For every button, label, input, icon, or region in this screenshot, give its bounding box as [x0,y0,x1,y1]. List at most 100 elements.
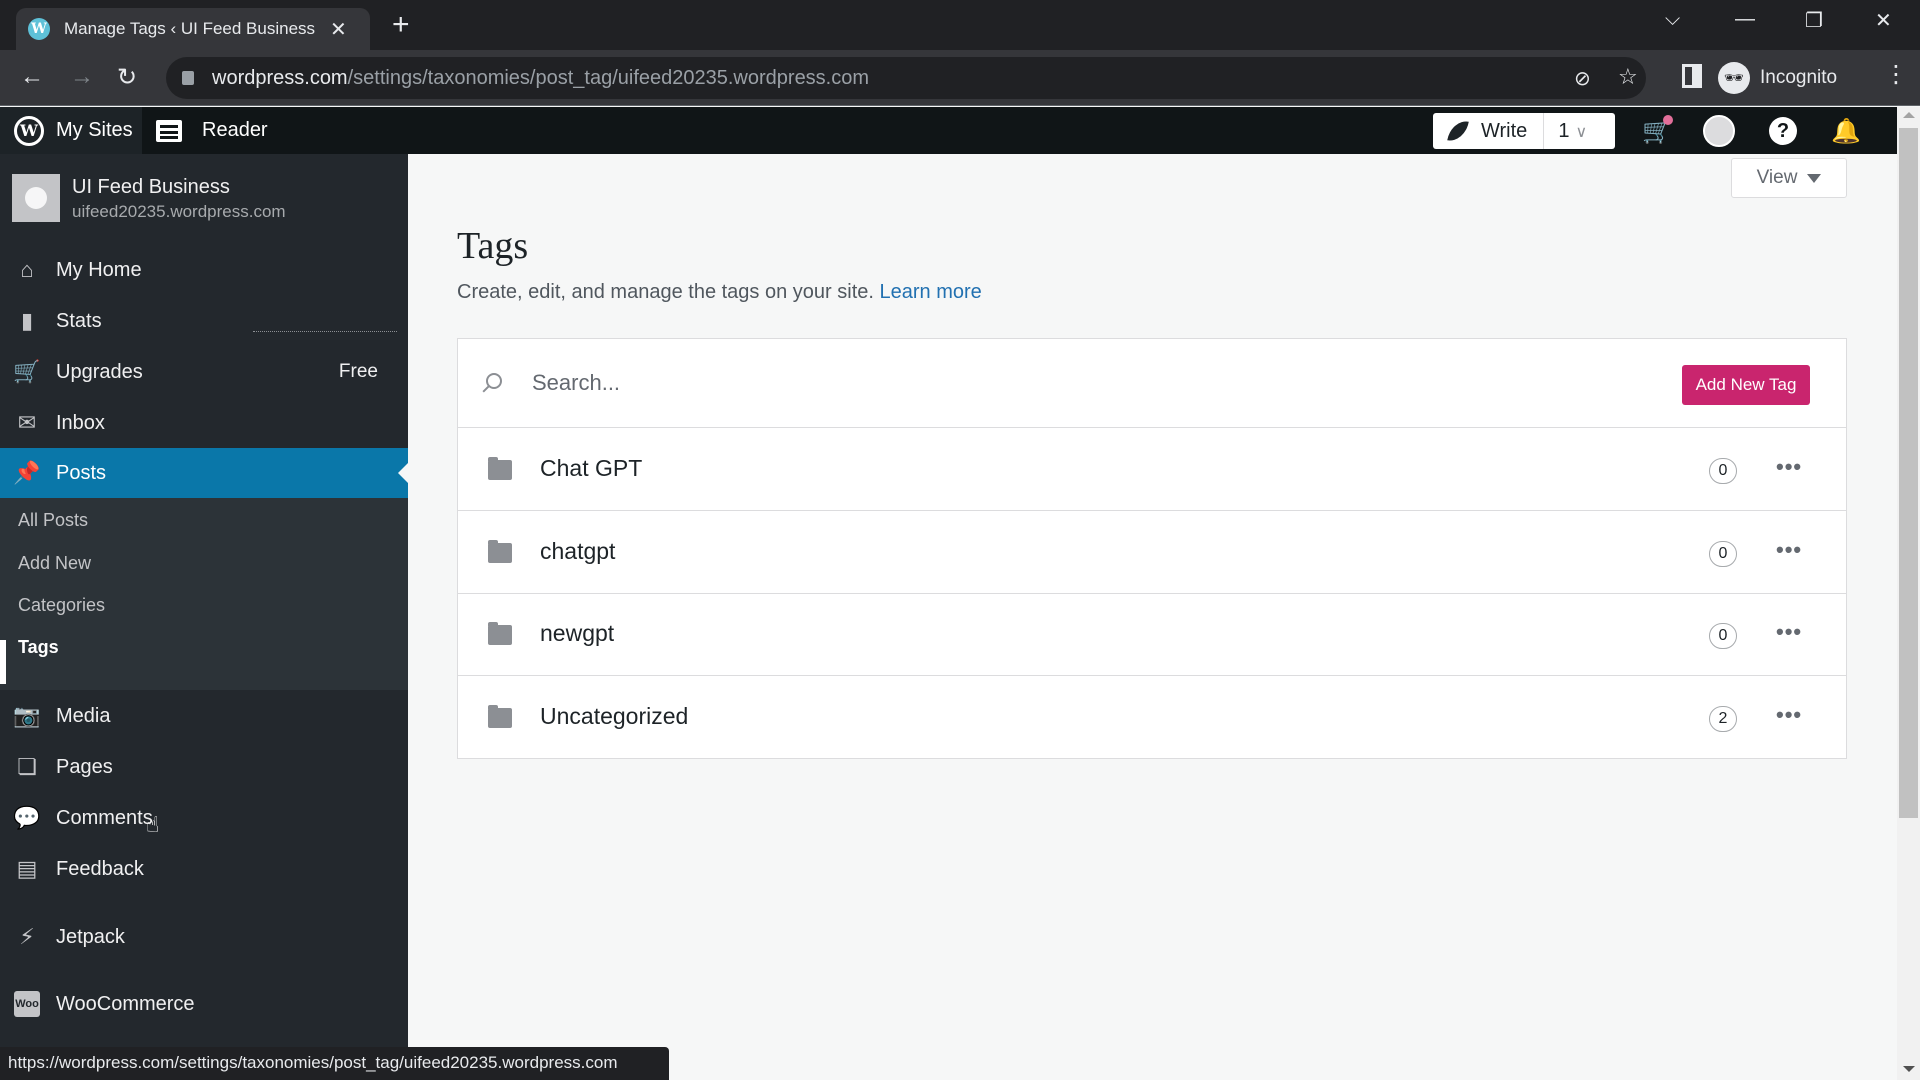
learn-more-link[interactable]: Learn more [880,281,982,303]
url-host: wordpress.com [212,66,348,89]
reader-label: Reader [202,119,268,141]
page-subtitle: Create, edit, and manage the tags on you… [457,281,982,304]
tags-card: Add New Tag Chat GPT 0 ••• chatgpt 0 •••… [457,338,1847,759]
sidebar-item-label: Jetpack [56,925,125,948]
tag-name[interactable]: Chat GPT [540,455,642,482]
sidebar-item-media[interactable]: 📷 Media [0,691,408,741]
post-count-badge: 2 [1709,706,1737,732]
submenu-tags[interactable]: Tags [18,637,59,658]
tab-close-icon[interactable]: ✕ [330,17,347,42]
sidebar-item-upgrades[interactable]: 🛒 Upgrades Free [0,347,408,397]
sidebar-item-comments[interactable]: 💬 Comments [0,793,408,843]
tag-name[interactable]: newgpt [540,620,614,647]
close-window-button[interactable]: ✕ [1875,8,1892,33]
cart-button[interactable]: 🛒 [1641,115,1673,147]
comment-icon: 💬 [13,805,41,830]
view-dropdown[interactable]: View [1731,158,1847,198]
reload-button[interactable]: ↻ [117,63,137,92]
home-icon: ⌂ [20,257,34,282]
browser-menu-icon[interactable]: ⋮ [1884,60,1908,89]
search-row: Add New Tag [458,339,1846,428]
sidebar-item-label: Posts [56,461,107,484]
incognito-icon: 🕶 [1718,62,1750,94]
my-sites-button[interactable]: W My Sites [0,107,142,154]
sidebar-item-woocommerce[interactable]: Woo WooCommerce [0,979,408,1029]
tab-title: Manage Tags ‹ UI Feed Business [64,19,316,38]
tab-search-chevron-icon[interactable]: ⌵ [1665,8,1680,31]
subtitle-text: Create, edit, and manage the tags on you… [457,281,874,303]
more-options-icon[interactable]: ••• [1776,537,1802,563]
site-url: uifeed20235.wordpress.com [72,202,286,221]
posts-submenu: All Posts Add New Categories Tags [0,498,408,690]
more-options-icon[interactable]: ••• [1776,702,1802,728]
scroll-down-arrow[interactable] [1903,1066,1915,1072]
write-button[interactable]: Write [1433,113,1545,149]
tag-name[interactable]: Uncategorized [540,703,688,730]
tag-name[interactable]: chatgpt [540,538,615,565]
sidebar-item-feedback[interactable]: ▤ Feedback [0,844,408,894]
post-count-badge: 0 [1709,541,1737,567]
new-tab-button[interactable]: + [392,10,410,40]
post-count-badge: 0 [1709,623,1737,649]
sidebar-item-my-home[interactable]: ⌂ My Home [0,245,408,295]
draft-count: 1 [1558,119,1570,142]
drafts-dropdown[interactable]: 1 ∨ [1544,120,1587,143]
site-header[interactable]: UI Feed Business uifeed20235.wordpress.c… [12,174,286,224]
more-options-icon[interactable]: ••• [1776,454,1802,480]
tag-row[interactable]: Chat GPT 0 ••• [458,428,1846,511]
jetpack-icon: ⚡ [19,924,35,949]
sidebar-item-inbox[interactable]: ✉ Inbox [0,398,408,448]
minimize-button[interactable]: — [1735,8,1755,31]
sidebar-item-label: Comments [56,806,153,829]
incognito-profile-button[interactable]: 🕶 Incognito [1718,56,1890,100]
woo-icon: Woo [14,991,40,1017]
sidebar-item-stats[interactable]: ▮ Stats [0,296,408,346]
sidebar: UI Feed Business uifeed20235.wordpress.c… [0,154,408,1080]
add-new-tag-button[interactable]: Add New Tag [1682,365,1810,405]
folder-icon [488,705,512,728]
view-label: View [1756,167,1798,188]
side-panel-icon[interactable] [1682,64,1702,88]
bookmark-star-icon[interactable]: ☆ [1618,64,1638,90]
restore-button[interactable]: ❐ [1805,8,1823,33]
search-input[interactable] [532,363,1532,403]
wordpress-favicon-icon: W [28,18,50,40]
notifications-bell-icon[interactable]: 🔔 [1830,115,1862,147]
browser-tab-strip: W Manage Tags ‹ UI Feed Business ✕ + ⌵ —… [0,0,1920,50]
submenu-add-new[interactable]: Add New [18,553,91,574]
submenu-all-posts[interactable]: All Posts [18,510,88,531]
tag-row[interactable]: newgpt 0 ••• [458,593,1846,676]
sidebar-item-label: WooCommerce [56,992,195,1015]
search-icon[interactable] [486,373,502,389]
tag-row[interactable]: Uncategorized 2 ••• [458,676,1846,759]
write-label: Write [1481,119,1528,142]
scrollbar-thumb[interactable] [1899,128,1918,818]
more-options-icon[interactable]: ••• [1776,619,1802,645]
profile-avatar[interactable] [1703,115,1735,147]
sidebar-item-pages[interactable]: ❏ Pages [0,742,408,792]
address-bar[interactable]: wordpress.com/settings/taxonomies/post_t… [166,57,1646,99]
sidebar-item-label: My Home [56,258,142,281]
sidebar-item-posts[interactable]: 📌 Posts [0,448,408,498]
help-button[interactable]: ? [1767,115,1799,147]
my-sites-label: My Sites [56,119,133,141]
eye-slash-icon[interactable]: ⊘ [1574,66,1591,91]
submenu-categories[interactable]: Categories [18,595,105,616]
sidebar-item-jetpack[interactable]: ⚡ Jetpack [0,912,408,962]
scroll-up-arrow[interactable] [1903,112,1915,118]
sidebar-item-label: Upgrades [56,360,143,383]
site-icon [12,174,60,222]
forward-button[interactable]: → [70,63,94,91]
help-icon: ? [1769,117,1797,145]
sidebar-item-label: Media [56,704,111,727]
browser-tab[interactable]: W Manage Tags ‹ UI Feed Business ✕ [16,8,370,50]
pin-icon: 📌 [13,460,41,485]
reader-icon [156,119,182,142]
sidebar-item-label: Feedback [56,857,144,880]
stats-icon: ▮ [20,308,34,333]
tag-row[interactable]: chatgpt 0 ••• [458,511,1846,594]
reader-button[interactable]: Reader [156,107,268,154]
back-button[interactable]: ← [20,63,44,91]
browser-toolbar: ← → ↻ wordpress.com/settings/taxonomies/… [0,50,1920,106]
current-submenu-indicator [0,640,6,684]
